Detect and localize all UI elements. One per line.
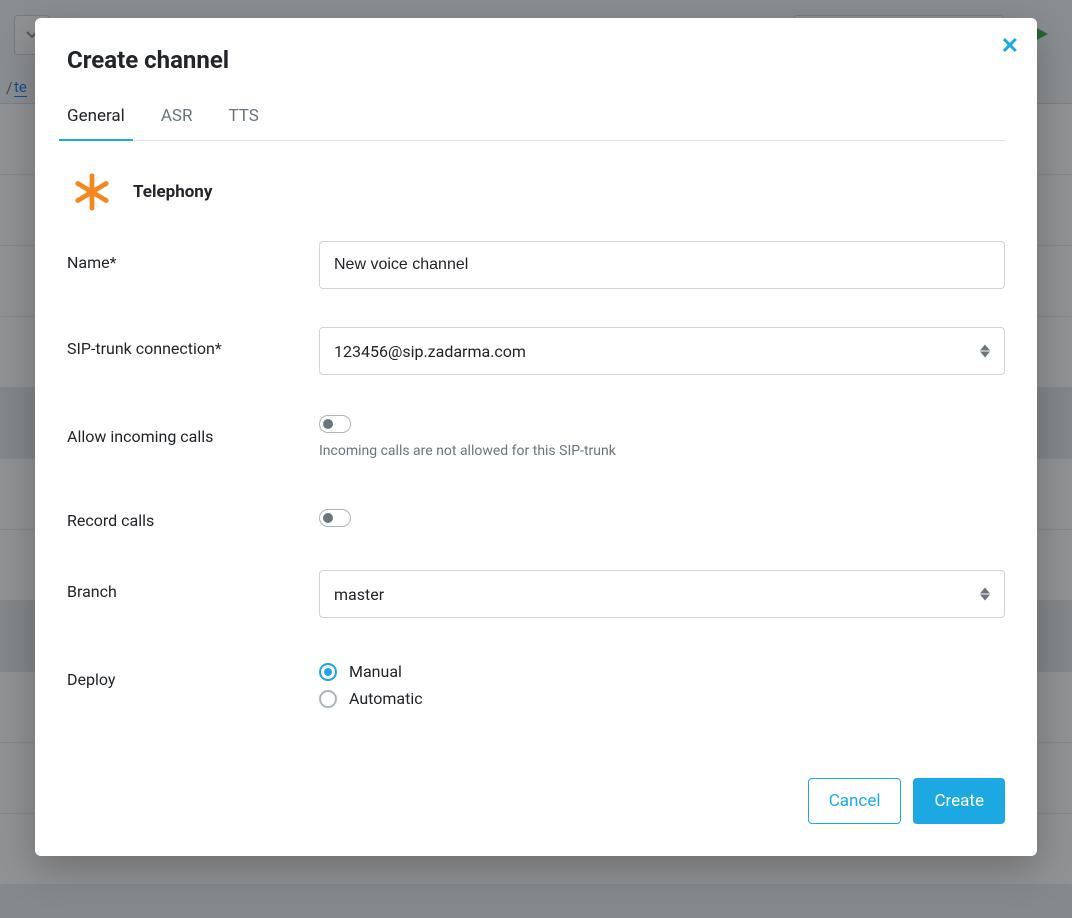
section-title: Telephony: [133, 182, 212, 202]
deploy-manual-radio[interactable]: Manual: [319, 662, 1005, 681]
name-input[interactable]: [319, 241, 1005, 289]
deploy-manual-label: Manual: [349, 662, 402, 681]
field-sip: SIP-trunk connection* 123456@sip.zadarma…: [67, 289, 1005, 375]
tab-tts[interactable]: TTS: [228, 92, 258, 140]
incoming-helper: Incoming calls are not allowed for this …: [319, 443, 1005, 459]
cancel-button[interactable]: Cancel: [808, 778, 902, 824]
deploy-label: Deploy: [67, 658, 319, 689]
field-name: Name*: [67, 219, 1005, 289]
deploy-auto-radio[interactable]: Automatic: [319, 689, 1005, 708]
caret-icon: [980, 588, 990, 601]
tab-asr[interactable]: ASR: [161, 92, 193, 140]
sip-select[interactable]: 123456@sip.zadarma.com: [319, 327, 1005, 375]
sip-label: SIP-trunk connection*: [67, 327, 319, 358]
telephony-icon: [73, 173, 111, 211]
field-branch: Branch master: [67, 530, 1005, 618]
incoming-label: Allow incoming calls: [67, 415, 319, 446]
modal-footer: Cancel Create: [67, 778, 1005, 824]
radio-icon: [319, 690, 337, 708]
caret-icon: [980, 345, 990, 358]
section-telephony: Telephony: [67, 141, 1005, 219]
deploy-auto-label: Automatic: [349, 689, 423, 708]
name-label: Name*: [67, 241, 319, 272]
close-icon[interactable]: ✕: [1001, 34, 1019, 59]
create-button[interactable]: Create: [913, 778, 1005, 824]
radio-icon: [319, 663, 337, 681]
modal-title: Create channel: [67, 46, 1005, 74]
field-incoming: Allow incoming calls Incoming calls are …: [67, 375, 1005, 459]
branch-label: Branch: [67, 570, 319, 601]
branch-value: master: [334, 585, 384, 604]
record-label: Record calls: [67, 499, 319, 530]
tabs: General ASR TTS: [67, 92, 1005, 141]
tab-general[interactable]: General: [67, 92, 125, 140]
field-record: Record calls: [67, 459, 1005, 530]
incoming-toggle[interactable]: [319, 415, 351, 433]
modal-overlay: ✕ Create channel General ASR TTS Telepho…: [0, 0, 1072, 918]
branch-select[interactable]: master: [319, 570, 1005, 618]
record-toggle[interactable]: [319, 509, 351, 527]
field-deploy: Deploy Manual Automatic: [67, 618, 1005, 716]
sip-value: 123456@sip.zadarma.com: [334, 342, 526, 361]
create-channel-modal: ✕ Create channel General ASR TTS Telepho…: [35, 18, 1037, 856]
